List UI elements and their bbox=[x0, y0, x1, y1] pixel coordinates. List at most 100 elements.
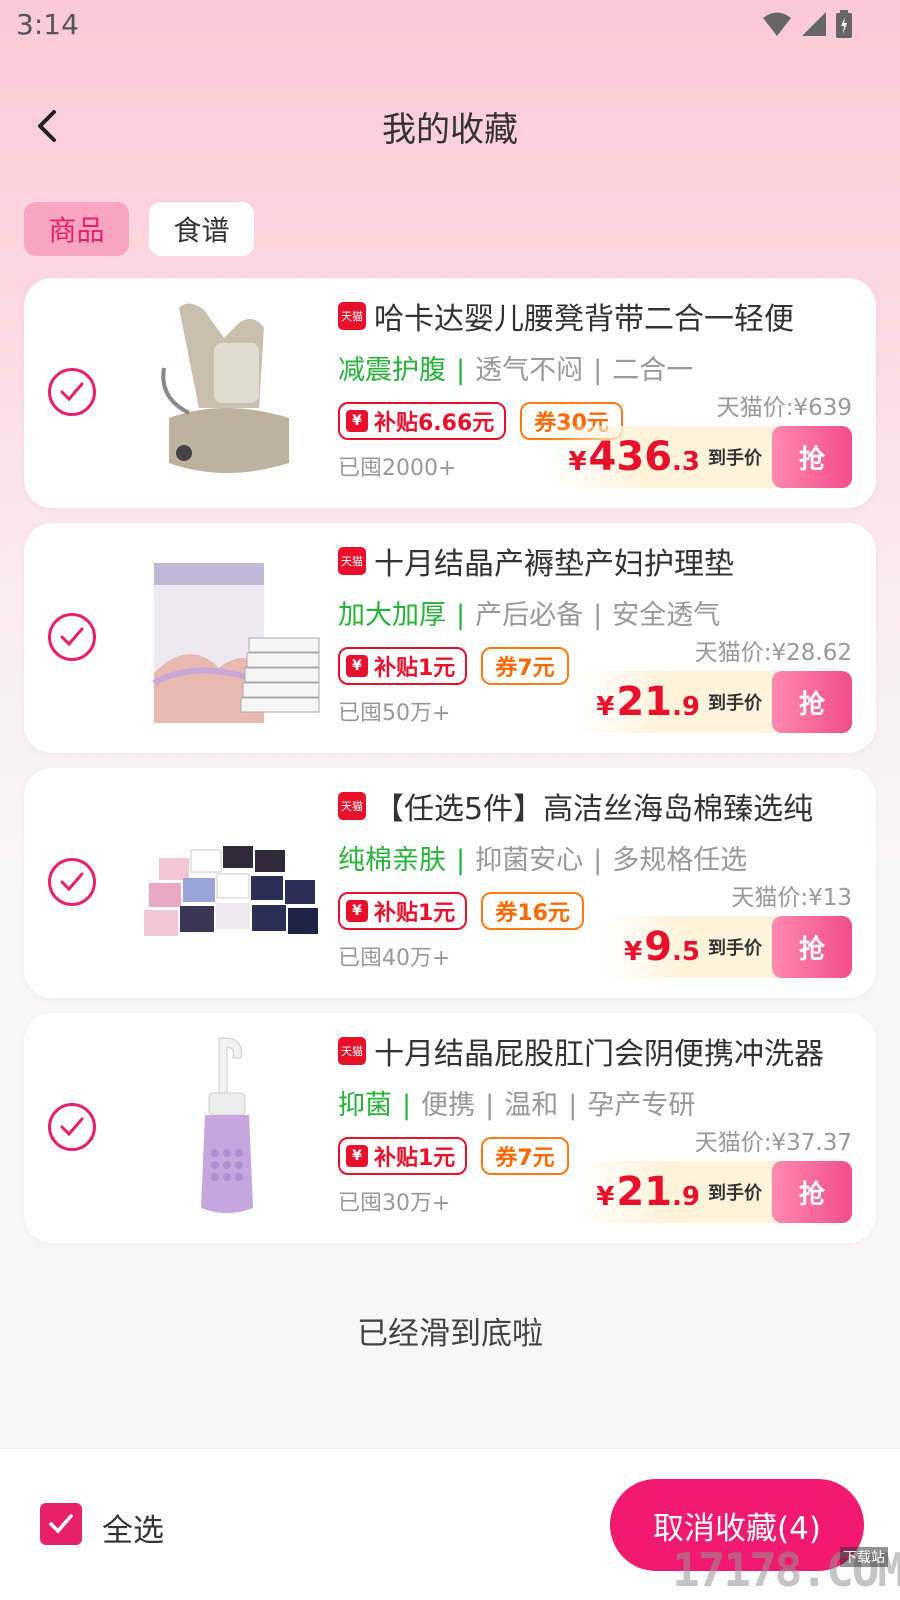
grab-button[interactable]: 抢 bbox=[772, 671, 852, 733]
price-decimal: .5 bbox=[672, 937, 700, 967]
coupon-row: ¥ 补贴1元 券16元 bbox=[338, 892, 584, 930]
subsidy-text: 补贴1元 bbox=[374, 901, 456, 926]
tag-separator: | bbox=[593, 845, 603, 876]
item-checkbox[interactable] bbox=[48, 858, 96, 906]
price-bar: ¥ 9 .5 到手价 抢 bbox=[604, 916, 852, 978]
tag-separator: | bbox=[485, 1090, 495, 1121]
item-checkbox[interactable] bbox=[48, 368, 96, 416]
grab-button[interactable]: 抢 bbox=[772, 916, 852, 978]
product-tags: 加大加厚 | 产后必备 | 安全透气 bbox=[338, 593, 720, 632]
tag-secondary: 抑菌安心 bbox=[475, 845, 584, 876]
header: 我的收藏 bbox=[0, 90, 900, 160]
end-of-list-note: 已经滑到底啦 bbox=[357, 1316, 543, 1352]
product-title: 十月结晶产褥垫产妇护理垫 bbox=[374, 547, 734, 581]
red-envelope-icon: ¥ bbox=[346, 655, 368, 677]
price-decimal: .9 bbox=[672, 692, 700, 722]
product-title-row[interactable]: 天猫 十月结晶产褥垫产妇护理垫 bbox=[338, 541, 858, 581]
product-image-nursing-pad-pack[interactable] bbox=[129, 543, 324, 733]
currency-symbol: ¥ bbox=[624, 937, 643, 967]
final-price-label: 到手价 bbox=[708, 938, 762, 959]
coupon-badge: 券16元 bbox=[481, 892, 584, 930]
checkmark-icon bbox=[60, 1117, 84, 1137]
product-card[interactable]: 天猫 哈卡达婴儿腰凳背带二合一轻便 减震护腹 | 透气不闷 | 二合一 ¥ 补贴6.66… bbox=[24, 278, 876, 508]
tag-secondary: 产后必备 bbox=[475, 600, 584, 631]
currency-symbol: ¥ bbox=[596, 692, 615, 722]
product-image-baby-carrier[interactable] bbox=[129, 298, 324, 488]
product-tags: 纯棉亲肤 | 抑菌安心 | 多规格任选 bbox=[338, 838, 747, 877]
tag-separator: | bbox=[456, 600, 466, 631]
final-price: ¥ 21 .9 bbox=[576, 679, 700, 725]
grab-button[interactable]: 抢 bbox=[772, 426, 852, 488]
product-title-row[interactable]: 天猫 【任选5件】高洁丝海岛棉臻选纯 bbox=[338, 786, 858, 826]
tag-separator: | bbox=[593, 600, 603, 631]
tag-separator: | bbox=[456, 845, 466, 876]
battery-icon bbox=[836, 10, 852, 38]
final-price-label: 到手价 bbox=[708, 693, 762, 714]
tmall-badge-icon: 天猫 bbox=[338, 302, 366, 330]
coupon-row: ¥ 补贴1元 券7元 bbox=[338, 647, 569, 685]
price-bar: ¥ 21 .9 到手价 抢 bbox=[576, 1161, 852, 1223]
tmall-badge-icon: 天猫 bbox=[338, 547, 366, 575]
item-checkbox[interactable] bbox=[48, 1103, 96, 1151]
tmall-badge-icon: 天猫 bbox=[338, 792, 366, 820]
select-all-label[interactable]: 全选 bbox=[102, 1505, 164, 1550]
subsidy-text: 补贴6.66元 bbox=[374, 411, 495, 436]
tmall-price: 天猫价:¥639 bbox=[716, 395, 852, 421]
watermark-caption: 下载站 bbox=[840, 1547, 888, 1567]
product-card[interactable]: 天猫 十月结晶产褥垫产妇护理垫 加大加厚 | 产后必备 | 安全透气 ¥ 补贴1元 券7… bbox=[24, 523, 876, 753]
product-title: 十月结晶屁股肛门会阴便携冲洗器 bbox=[374, 1037, 824, 1071]
tag-secondary: 孕产专研 bbox=[587, 1090, 696, 1121]
signal-icon bbox=[802, 12, 826, 36]
tag-separator: | bbox=[593, 355, 603, 386]
product-image-sanitary-pad-stack[interactable] bbox=[129, 788, 324, 978]
followers-count: 已囤30万+ bbox=[338, 1191, 451, 1216]
tab-products[interactable]: 商品 bbox=[24, 202, 129, 256]
subsidy-text: 补贴1元 bbox=[374, 1146, 456, 1171]
tag-secondary: 透气不闷 bbox=[475, 355, 584, 386]
final-price-label: 到手价 bbox=[708, 448, 762, 469]
currency-symbol: ¥ bbox=[568, 447, 587, 477]
coupon-badge: 券7元 bbox=[481, 647, 569, 685]
followers-count: 已囤40万+ bbox=[338, 946, 451, 971]
price-integer: 21 bbox=[616, 1169, 673, 1215]
price-integer: 9 bbox=[644, 924, 673, 970]
price-integer: 436 bbox=[588, 434, 673, 480]
tmall-badge-icon: 天猫 bbox=[338, 1037, 366, 1065]
price-bar: ¥ 436 .3 到手价 抢 bbox=[548, 426, 852, 488]
subsidy-badge: ¥ 补贴1元 bbox=[338, 647, 468, 685]
wifi-icon bbox=[763, 12, 791, 36]
tag-secondary: 多规格任选 bbox=[612, 845, 748, 876]
final-price-label: 到手价 bbox=[708, 1183, 762, 1204]
price-decimal: .9 bbox=[672, 1182, 700, 1212]
grab-button[interactable]: 抢 bbox=[772, 1161, 852, 1223]
item-checkbox[interactable] bbox=[48, 613, 96, 661]
coupon-row: ¥ 补贴1元 券7元 bbox=[338, 1137, 569, 1175]
subsidy-badge: ¥ 补贴1元 bbox=[338, 1137, 468, 1175]
status-time: 3:14 bbox=[16, 8, 79, 41]
tmall-price: 天猫价:¥13 bbox=[731, 885, 852, 911]
red-envelope-icon: ¥ bbox=[346, 900, 368, 922]
tag-primary: 纯棉亲肤 bbox=[338, 845, 446, 876]
product-title: 哈卡达婴儿腰凳背带二合一轻便 bbox=[374, 302, 794, 336]
page-title: 我的收藏 bbox=[382, 110, 518, 150]
tag-primary: 加大加厚 bbox=[338, 600, 446, 631]
subsidy-text: 补贴1元 bbox=[374, 656, 456, 681]
tab-recipes[interactable]: 食谱 bbox=[149, 202, 254, 256]
tag-separator: | bbox=[402, 1090, 412, 1121]
tag-primary: 减震护腹 bbox=[338, 355, 446, 386]
product-tags: 抑菌 | 便携 | 温和 | 孕产专研 bbox=[338, 1083, 695, 1122]
product-tags: 减震护腹 | 透气不闷 | 二合一 bbox=[338, 348, 693, 387]
product-title-row[interactable]: 天猫 哈卡达婴儿腰凳背带二合一轻便 bbox=[338, 296, 858, 336]
product-card[interactable]: 天猫 十月结晶屁股肛门会阴便携冲洗器 抑菌 | 便携 | 温和 | 孕产专研 ¥ 补贴1元 … bbox=[24, 1013, 876, 1243]
price-bar: ¥ 21 .9 到手价 抢 bbox=[576, 671, 852, 733]
price-decimal: .3 bbox=[672, 447, 700, 477]
product-image-portable-bidet-bottle[interactable] bbox=[129, 1033, 324, 1223]
tag-secondary: 温和 bbox=[504, 1090, 559, 1121]
subsidy-badge: ¥ 补贴1元 bbox=[338, 892, 468, 930]
tag-separator: | bbox=[568, 1090, 578, 1121]
final-price: ¥ 9 .5 bbox=[604, 924, 700, 970]
product-card[interactable]: 天猫 【任选5件】高洁丝海岛棉臻选纯 纯棉亲肤 | 抑菌安心 | 多规格任选 ¥ 补贴1… bbox=[24, 768, 876, 998]
product-title-row[interactable]: 天猫 十月结晶屁股肛门会阴便携冲洗器 bbox=[338, 1031, 858, 1071]
tag-secondary: 安全透气 bbox=[612, 600, 721, 631]
select-all-checkbox[interactable] bbox=[40, 1503, 82, 1545]
